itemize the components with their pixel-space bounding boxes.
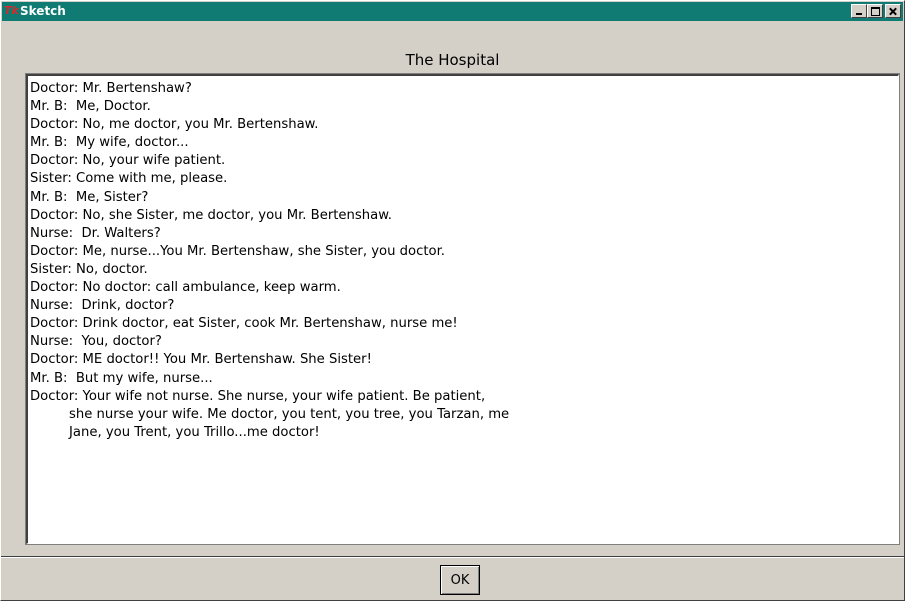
text-line: Doctor: Me, nurse...You Mr. Bertenshaw, … xyxy=(30,243,445,259)
message-text-area[interactable]: Doctor: Mr. Bertenshaw? Mr. B: Me, Docto… xyxy=(25,73,900,545)
window-title: Sketch xyxy=(20,4,66,18)
text-line: she nurse your wife. Me doctor, you tent… xyxy=(69,406,510,422)
text-line: Doctor: No, me doctor, you Mr. Bertensha… xyxy=(30,117,319,133)
title-bar[interactable]: Tk Sketch xyxy=(2,2,903,21)
text-line: Nurse: Dr. Walters? xyxy=(30,225,161,241)
minimize-button[interactable] xyxy=(851,4,867,18)
text-line: Doctor: Mr. Bertenshaw? xyxy=(30,81,192,96)
text-line: Sister: No, doctor. xyxy=(30,261,148,277)
text-line: Sister: Come with me, please. xyxy=(30,171,228,187)
text-line: Doctor: ME doctor!! You Mr. Bertenshaw. … xyxy=(30,352,372,368)
text-line: Mr. B: But my wife, nurse... xyxy=(30,370,213,386)
text-line: Doctor: No, your wife patient. xyxy=(30,153,226,169)
text-line: Jane, you Trent, you Trillo...me doctor! xyxy=(69,424,320,440)
ok-button[interactable]: OK xyxy=(440,565,480,595)
text-line: Doctor: No doctor: call ambulance, keep … xyxy=(30,280,341,296)
dialog-heading: The Hospital xyxy=(405,51,500,69)
sketch-window: Tk Sketch The Hospital Doctor: Mr. Berte… xyxy=(0,0,905,601)
text-line: Mr. B: My wife, doctor... xyxy=(30,135,189,151)
close-button[interactable] xyxy=(885,4,901,18)
button-separator-highlight xyxy=(1,557,904,558)
maximize-button[interactable] xyxy=(867,4,883,18)
text-line: Mr. B: Me, Doctor. xyxy=(30,99,151,115)
text-line: Nurse: You, doctor? xyxy=(30,334,162,350)
text-line: Doctor: No, she Sister, me doctor, you M… xyxy=(30,207,392,223)
text-line: Doctor: Your wife not nurse. She nurse, … xyxy=(30,388,486,404)
tk-app-icon[interactable]: Tk xyxy=(4,4,19,18)
text-line: Nurse: Drink, doctor? xyxy=(30,298,175,314)
text-line: Mr. B: Me, Sister? xyxy=(30,189,149,205)
text-line: Doctor: Drink doctor, eat Sister, cook M… xyxy=(30,316,458,332)
